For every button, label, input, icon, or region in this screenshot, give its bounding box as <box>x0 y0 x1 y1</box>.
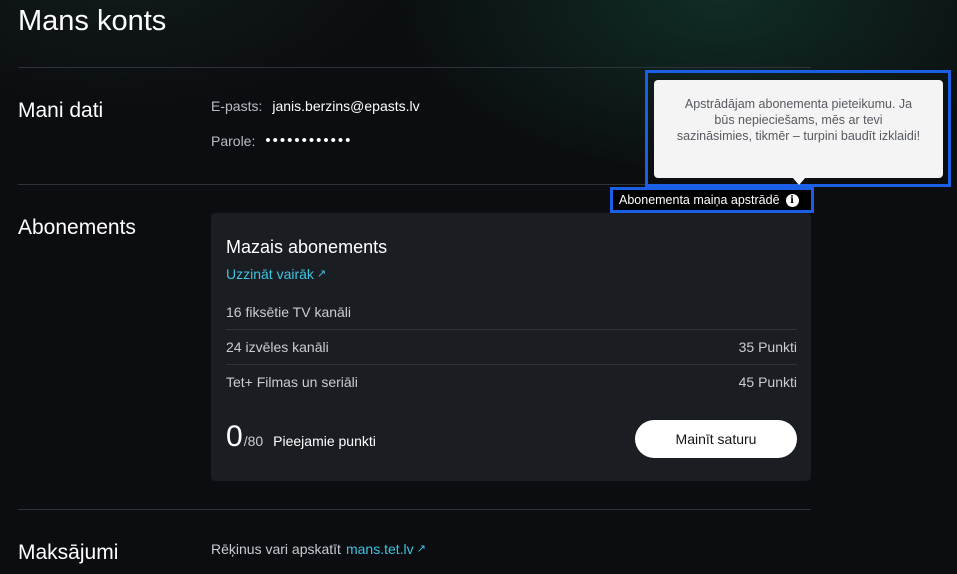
feature-points: 35 Punkti <box>738 339 797 355</box>
password-value: •••••••••••• <box>265 132 353 149</box>
email-row: E-pasts: janis.berzins@epasts.lv <box>211 97 420 115</box>
divider <box>18 67 811 68</box>
section-title-my-data: Mani dati <box>18 99 104 122</box>
change-content-button[interactable]: Mainīt saturu <box>635 420 797 458</box>
password-label: Parole: <box>211 133 256 149</box>
feature-points: 45 Punkti <box>738 374 797 390</box>
payments-text: Rēķinus vari apskatīt <box>211 541 341 557</box>
status-tooltip: Apstrādājam abonementa pieteikumu. Ja bū… <box>654 80 943 178</box>
subscription-status-badge[interactable]: Abonementa maiņa apstrādē i <box>613 190 811 210</box>
password-row: Parole: •••••••••••• <box>211 132 352 150</box>
learn-more-label: Uzzināt vairāk <box>226 266 314 282</box>
feature-name: Tet+ Filmas un seriāli <box>226 374 358 390</box>
subscription-card: Mazais abonements Uzzināt vairāk ↗ 16 fi… <box>211 213 811 481</box>
status-text: Abonementa maiņa apstrādē <box>619 193 780 207</box>
plan-name: Mazais abonements <box>226 237 388 257</box>
available-points: 0 /80 Pieejamie punkti <box>226 420 376 454</box>
points-used-value: 0 <box>226 420 243 453</box>
feature-name: 16 fiksētie TV kanāli <box>226 304 352 320</box>
payments-info: Rēķinus vari apskatīt mans.tet.lv ↗ <box>211 541 426 557</box>
divider <box>18 509 811 510</box>
points-total-value: /80 <box>243 433 264 449</box>
feature-row: Tet+ Filmas un seriāli 45 Punkti <box>226 365 797 399</box>
learn-more-link[interactable]: Uzzināt vairāk ↗ <box>226 265 326 283</box>
section-title-payments: Maksājumi <box>18 541 119 564</box>
points-label: Pieejamie punkti <box>273 433 376 449</box>
page-title: Mans konts <box>18 5 167 37</box>
mans-tet-link[interactable]: mans.tet.lv ↗ <box>346 541 426 557</box>
feature-row: 16 fiksētie TV kanāli <box>226 295 797 329</box>
mans-tet-link-label: mans.tet.lv <box>345 541 414 557</box>
section-title-subscription: Abonements <box>18 216 136 239</box>
tooltip-arrow <box>792 177 806 185</box>
email-label: E-pasts: <box>211 98 263 114</box>
info-icon[interactable]: i <box>785 193 799 207</box>
feature-name: 24 izvēles kanāli <box>226 339 329 355</box>
external-link-icon: ↗ <box>416 542 426 555</box>
feature-row: 24 izvēles kanāli 35 Punkti <box>226 330 797 364</box>
account-page: Mans konts Mani dati E-pasts: janis.berz… <box>0 0 957 574</box>
external-link-icon: ↗ <box>316 267 327 280</box>
email-value: janis.berzins@epasts.lv <box>272 98 420 114</box>
